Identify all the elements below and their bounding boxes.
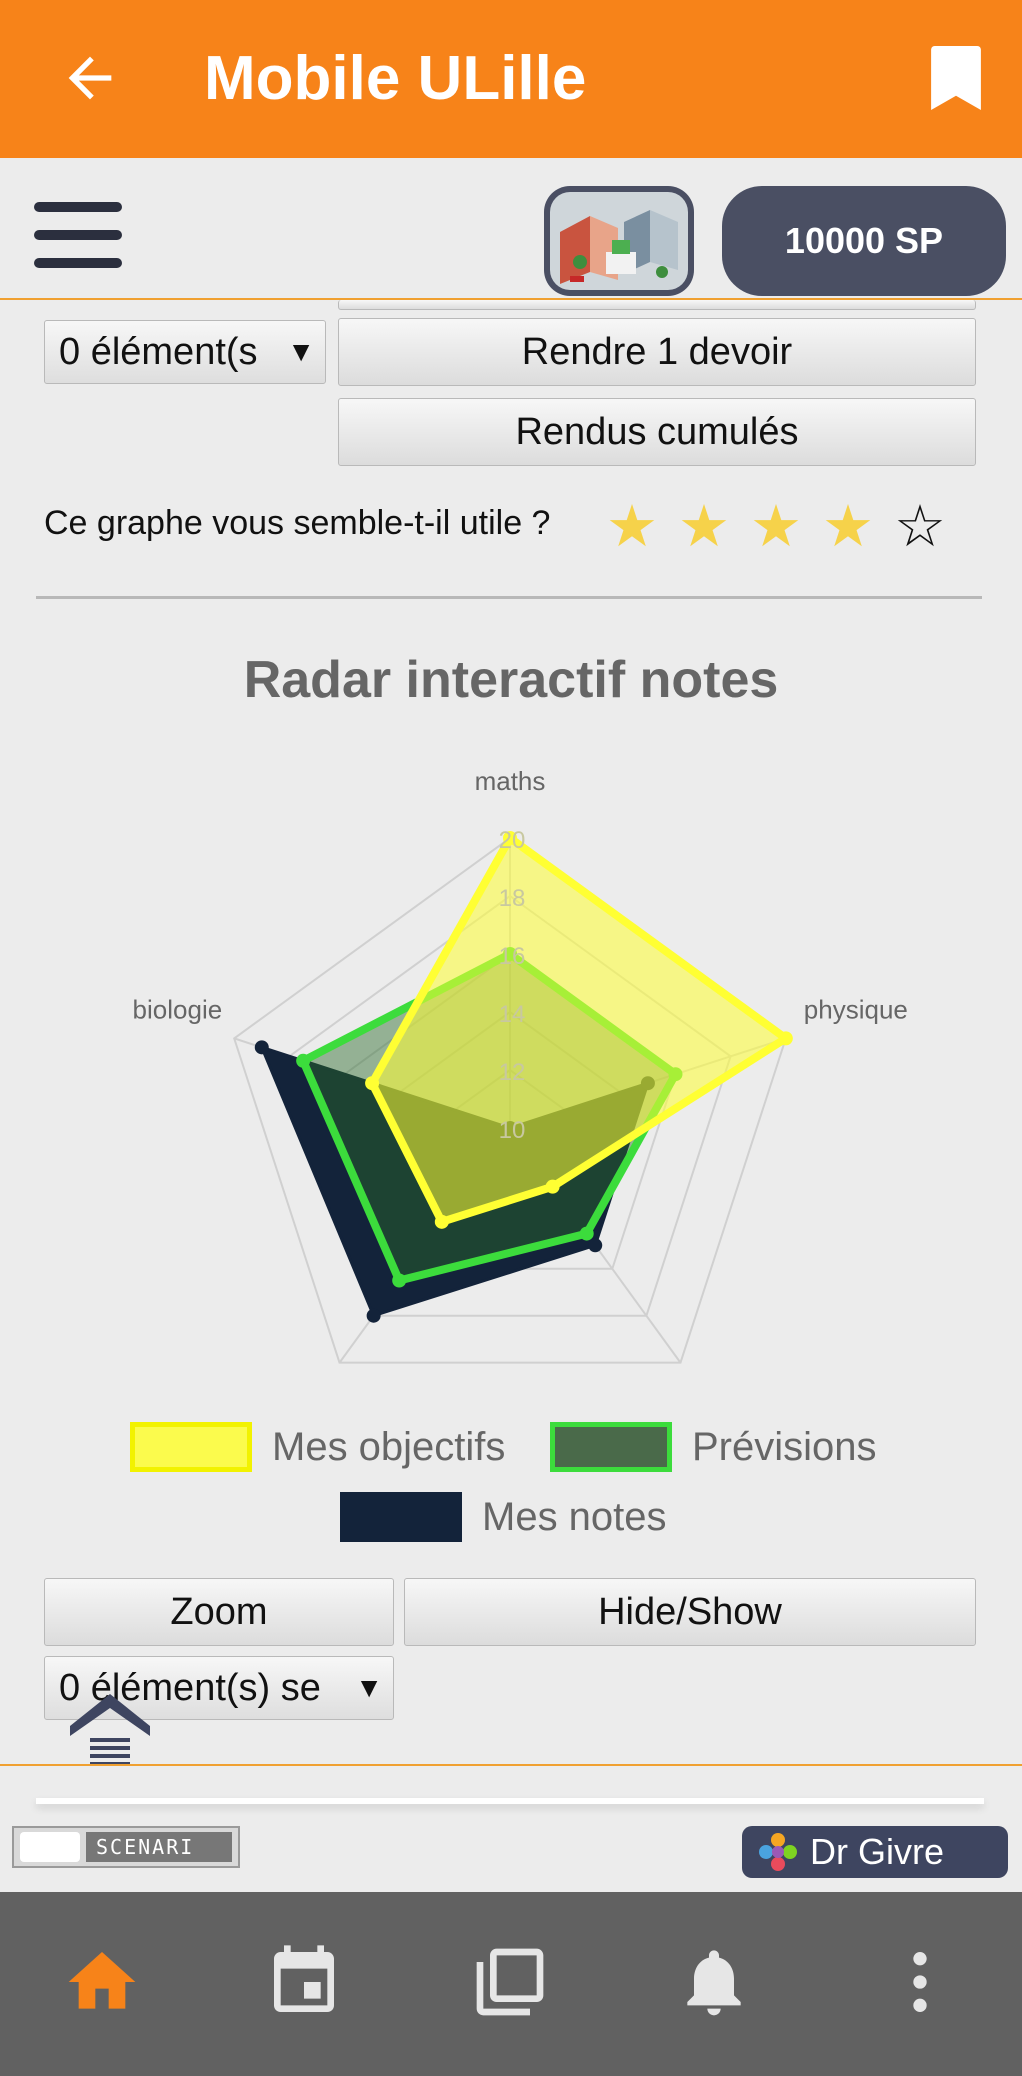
dropdown-arrow-icon: ▼ xyxy=(287,336,315,367)
radar-point xyxy=(366,1308,381,1323)
rating-star-5[interactable]: ☆ xyxy=(894,498,946,556)
bell-icon[interactable] xyxy=(674,1942,754,2022)
legend-swatch xyxy=(340,1492,462,1542)
radar-scale-tick: 14 xyxy=(499,1001,526,1028)
author-name: Dr Givre xyxy=(810,1831,944,1872)
radar-point xyxy=(545,1179,560,1194)
more-vertical-icon[interactable] xyxy=(880,1942,960,2022)
radar-point xyxy=(778,1031,793,1046)
zoom-button[interactable]: Zoom xyxy=(44,1578,394,1646)
radar-point xyxy=(296,1053,311,1068)
home-icon[interactable] xyxy=(62,1942,142,2022)
content-separator xyxy=(0,1764,1022,1766)
bookmark-icon[interactable] xyxy=(930,46,982,110)
radar-scale-tick: 16 xyxy=(499,943,526,970)
radar-scale-tick: 10 xyxy=(499,1117,526,1144)
scroll-to-top-icon[interactable] xyxy=(70,1694,150,1770)
radar-axis-label-physique: physique xyxy=(804,994,908,1024)
rating-star-2[interactable]: ★ xyxy=(678,498,730,556)
element-select-top[interactable]: 0 élément(s ▼ xyxy=(44,320,326,384)
scenari-mark-icon xyxy=(20,1832,80,1862)
city-illustration-icon xyxy=(550,192,688,290)
rating-star-4[interactable]: ★ xyxy=(822,498,874,556)
legend-swatch xyxy=(130,1422,252,1472)
app-title: Mobile ULille xyxy=(204,44,587,113)
dr-givre-badge[interactable]: Dr Givre xyxy=(742,1826,1008,1878)
select-top-value: 0 élément(s xyxy=(59,330,258,373)
radar-point xyxy=(434,1214,449,1229)
hamburger-icon[interactable] xyxy=(34,202,122,268)
footer-divider xyxy=(36,1798,984,1804)
hide-show-button[interactable]: Hide/Show xyxy=(404,1578,976,1646)
rating-question: Ce graphe vous semble-t-il utile ? xyxy=(44,504,551,542)
arrow-back-icon[interactable] xyxy=(58,46,122,110)
rendus-cumules-button[interactable]: Rendus cumulés xyxy=(338,398,976,466)
radar-axis-label-biologie: biologie xyxy=(133,994,223,1024)
legend-label: Mes notes xyxy=(482,1494,667,1539)
scenari-label: SCENARI xyxy=(86,1832,232,1862)
scenari-logo[interactable]: SCENARI xyxy=(12,1826,240,1868)
radar-point xyxy=(365,1076,380,1091)
legend-previsions[interactable]: Prévisions xyxy=(550,1422,877,1472)
calendar-icon[interactable] xyxy=(264,1942,344,2022)
app-bar: Mobile ULille xyxy=(0,0,1022,158)
radar-chart[interactable]: 201816141210mathsphysiquechimieanglaisbi… xyxy=(0,708,1022,1368)
radar-point xyxy=(392,1273,407,1288)
rating-star-1[interactable]: ★ xyxy=(606,498,658,556)
sp-balance-button[interactable]: 10000 SP xyxy=(722,186,1006,296)
city-avatar[interactable] xyxy=(544,186,694,296)
bottom-navigation xyxy=(0,1892,1022,2076)
radar-series-mes-objectifs xyxy=(367,832,793,1227)
flower-icon xyxy=(759,1833,797,1871)
radar-axis-label-maths: maths xyxy=(475,766,546,796)
chart-title: Radar interactif notes xyxy=(243,651,779,709)
rating-star-3[interactable]: ★ xyxy=(750,498,802,556)
legend-notes[interactable]: Mes notes xyxy=(340,1492,667,1542)
web-content: 10000 SP 0 élément(s ▼ Rendre 1 devoir R… xyxy=(0,158,1022,1892)
radar-scale-tick: 18 xyxy=(499,885,526,912)
rendre-devoir-button[interactable]: Rendre 1 devoir xyxy=(338,318,976,386)
rating-stars[interactable]: ★ ★ ★ ★ ☆ xyxy=(606,498,946,556)
radar-scale-tick: 20 xyxy=(499,827,526,854)
legend-swatch xyxy=(550,1422,672,1472)
radar-point xyxy=(579,1226,594,1241)
legend-label: Mes objectifs xyxy=(272,1424,506,1469)
partial-button xyxy=(338,300,976,310)
top-bar: 10000 SP xyxy=(0,158,1022,300)
radar-point xyxy=(588,1238,603,1253)
legend-label: Prévisions xyxy=(692,1424,877,1469)
legend-objectifs[interactable]: Mes objectifs xyxy=(130,1422,505,1472)
radar-scale-tick: 12 xyxy=(499,1059,526,1086)
dropdown-arrow-icon: ▼ xyxy=(355,1672,383,1703)
forum-icon[interactable] xyxy=(470,1942,550,2022)
radar-point xyxy=(254,1040,269,1055)
divider xyxy=(36,596,982,599)
